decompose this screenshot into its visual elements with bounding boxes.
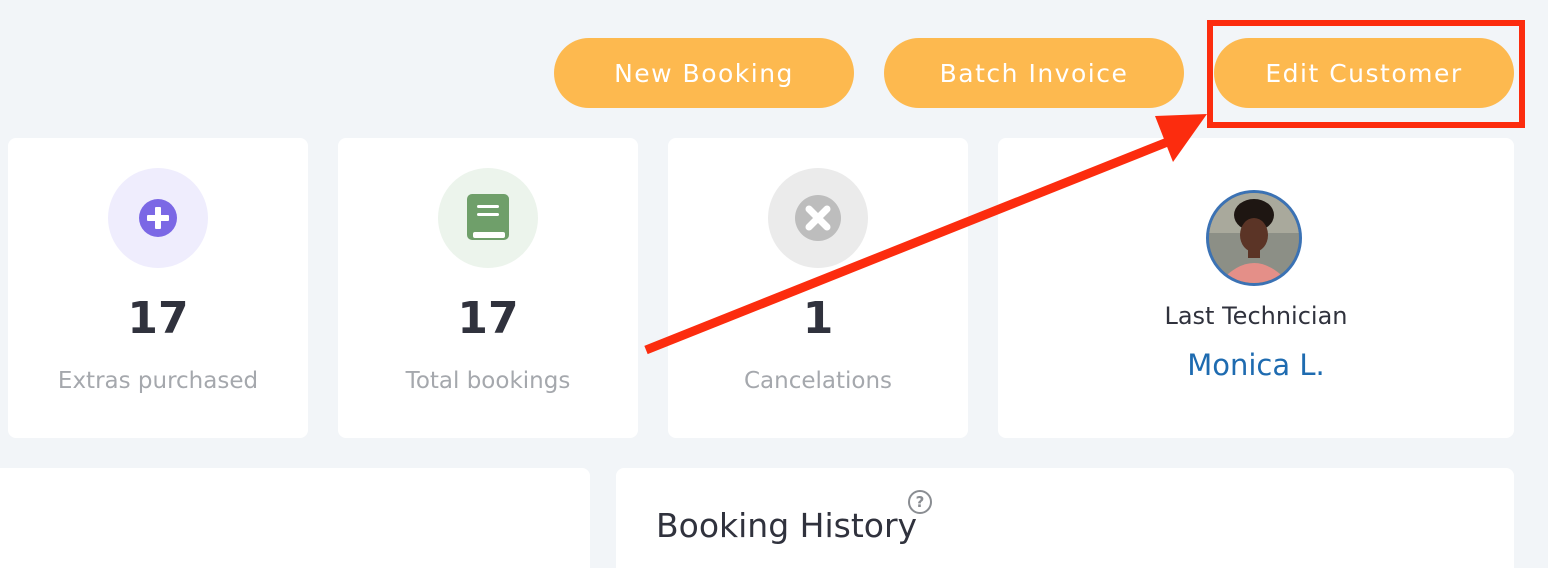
- annotation-highlight-box: [1207, 20, 1525, 128]
- plus-circle-icon: [108, 168, 208, 268]
- extras-purchased-label: Extras purchased: [57, 368, 259, 394]
- book-icon: [438, 168, 538, 268]
- last-technician-label: Last Technician: [1164, 302, 1348, 330]
- technician-avatar: [1206, 190, 1302, 286]
- batch-invoice-button[interactable]: Batch Invoice: [884, 38, 1184, 108]
- booking-history-panel: Booking History ?: [616, 468, 1514, 568]
- last-technician-card: Last Technician Monica L.: [998, 138, 1514, 438]
- stat-card-cancelations: 1 Cancelations: [668, 138, 968, 438]
- booking-history-title: Booking History: [656, 506, 918, 545]
- help-icon[interactable]: ?: [908, 490, 932, 514]
- stat-card-extras: 17 Extras purchased: [8, 138, 308, 438]
- cancelations-label: Cancelations: [743, 368, 893, 394]
- total-bookings-label: Total bookings: [405, 368, 571, 394]
- cancelations-value: 1: [802, 293, 834, 344]
- technician-name-link[interactable]: Monica L.: [998, 348, 1514, 382]
- extras-purchased-value: 17: [127, 293, 189, 344]
- left-panel: [0, 468, 590, 568]
- x-circle-icon: [768, 168, 868, 268]
- new-booking-button[interactable]: New Booking: [554, 38, 854, 108]
- total-bookings-value: 17: [457, 293, 519, 344]
- stat-card-total-bookings: 17 Total bookings: [338, 138, 638, 438]
